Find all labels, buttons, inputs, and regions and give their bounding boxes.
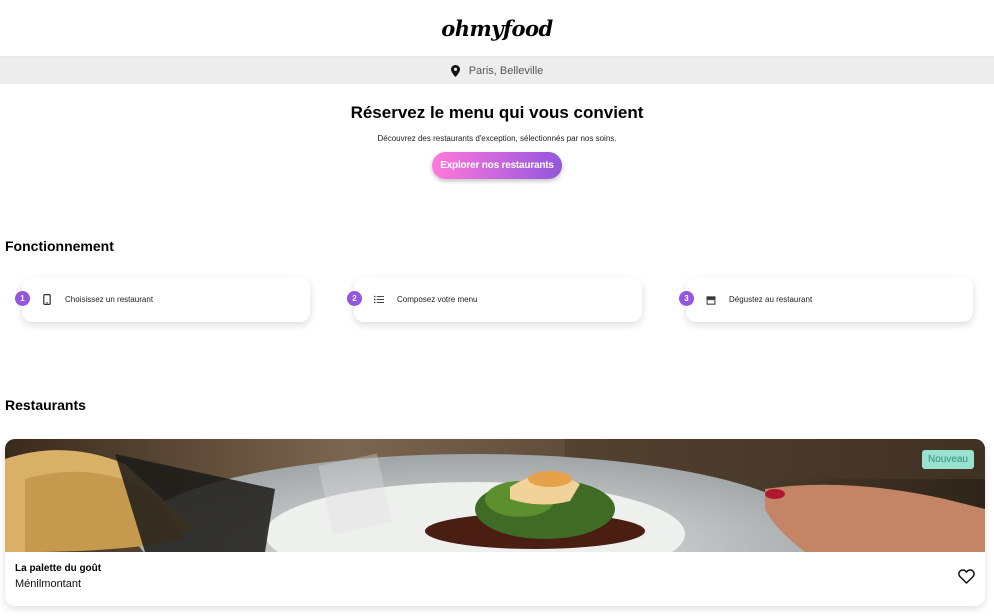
hero-subtitle: Découvrez des restaurants d'exception, s… [377,134,617,143]
hero: Réservez le menu qui vous convient Décou… [0,84,994,179]
restaurant-card[interactable]: Nouveau La palette du goût Ménilmontant [5,439,985,606]
restaurant-location: Ménilmontant [15,578,82,590]
step-number-badge: 1 [15,291,30,306]
site-header: ohmyfood [0,0,994,57]
step-label: Dégustez au restaurant [729,295,813,304]
step-card: 2 Composez votre menu [347,277,642,322]
logo[interactable]: ohmyfood [441,16,553,41]
hero-title: Réservez le menu qui vous convient [350,103,644,122]
step-number-badge: 2 [347,291,362,306]
step-label: Composez votre menu [397,295,478,304]
restaurant-name: La palette du goût [15,563,102,574]
restaurant-photo: Nouveau [5,439,985,552]
store-icon [706,295,716,305]
step-number-badge: 3 [679,291,694,306]
heart-icon[interactable] [957,568,975,584]
step-card: 3 Dégustez au restaurant [679,277,973,322]
step-card: 1 Choisissez un restaurant [15,277,310,322]
location-text: Paris, Belleville [468,64,544,77]
step-label: Choisissez un restaurant [65,295,154,304]
restaurants-title: Restaurants [5,397,86,413]
map-pin-icon [451,64,461,77]
phone-icon [42,294,52,305]
restaurant-info: La palette du goût Ménilmontant [15,563,101,590]
list-icon [374,295,384,305]
howto-title: Fonctionnement [5,238,114,254]
explore-restaurants-button[interactable]: Explorer nos restaurants [432,152,562,179]
location-bar: Paris, Belleville [0,57,994,84]
steps-list: 1 Choisissez un restaurant 2 Composez vo… [0,277,994,322]
new-badge: Nouveau [921,450,974,469]
